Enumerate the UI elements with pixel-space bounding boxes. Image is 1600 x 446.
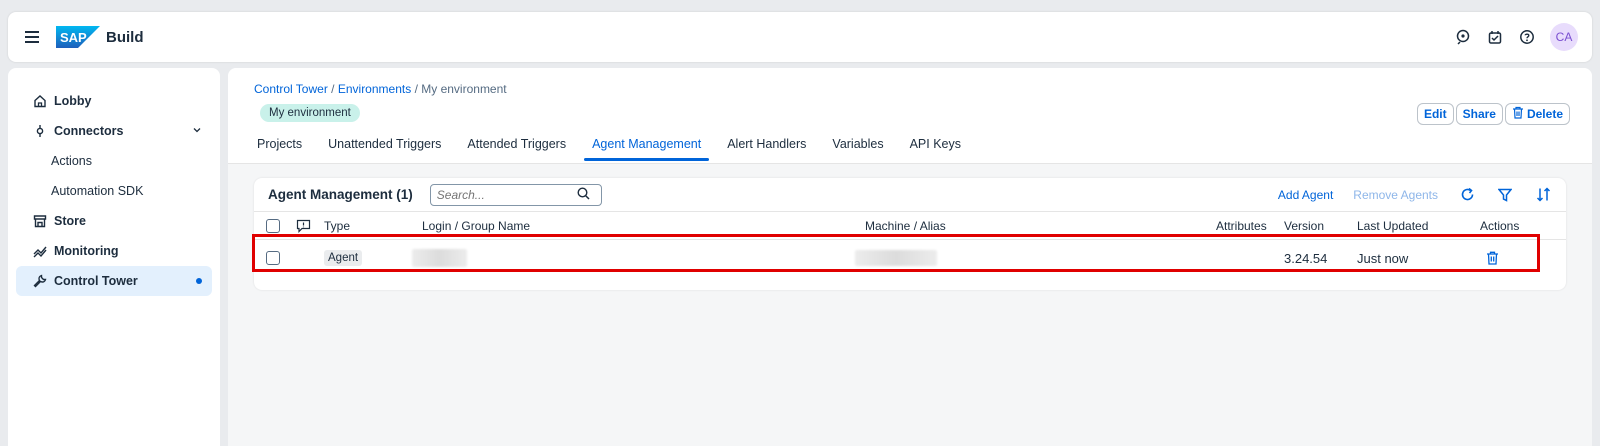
sidebar-item-connectors[interactable]: Connectors <box>16 116 212 146</box>
trend-icon <box>32 243 48 259</box>
tab-attended-triggers[interactable]: Attended Triggers <box>459 132 574 164</box>
tab-projects[interactable]: Projects <box>249 132 310 164</box>
last-updated-cell: Just now <box>1357 250 1409 266</box>
table-title: Agent Management (1) <box>268 187 413 202</box>
trash-icon <box>1512 106 1524 122</box>
side-navigation: Lobby Connectors Actions Automation SDK … <box>8 68 220 446</box>
version-cell: 3.24.54 <box>1284 250 1328 266</box>
column-header-login[interactable]: Login / Group Name <box>422 212 530 240</box>
row-checkbox[interactable] <box>266 251 280 265</box>
sidebar-item-monitoring[interactable]: Monitoring <box>16 236 212 266</box>
help-icon[interactable] <box>1516 26 1538 48</box>
object-page-header: Control Tower / Environments / My enviro… <box>228 68 1592 164</box>
column-header-version[interactable]: Version <box>1284 212 1324 240</box>
main-content: Control Tower / Environments / My enviro… <box>228 68 1592 446</box>
breadcrumb-separator: / <box>414 82 418 96</box>
sidebar-item-label: Lobby <box>54 94 92 108</box>
add-agent-button[interactable]: Add Agent <box>1278 188 1333 202</box>
edit-button-label: Edit <box>1423 107 1447 121</box>
svg-text:SAP: SAP <box>60 30 87 45</box>
tab-variables[interactable]: Variables <box>824 132 891 164</box>
type-badge: Agent <box>324 250 363 266</box>
sidebar-item-label: Control Tower <box>54 274 138 288</box>
refresh-icon[interactable] <box>1458 186 1476 204</box>
table-header: Type Login / Group Name Machine / Alias … <box>254 212 1566 240</box>
trash-icon[interactable] <box>1486 240 1499 276</box>
sidebar-item-label: Actions <box>51 154 92 168</box>
home-icon <box>32 93 48 109</box>
shell-bar: SAP Build CA <box>8 12 1592 62</box>
table-row[interactable]: Agent 3.24.54 Just now <box>254 240 1566 276</box>
agent-table-card: Agent Management (1) Add Agent Remove Ag… <box>254 178 1566 290</box>
column-header-attributes[interactable]: Attributes <box>1216 212 1267 240</box>
column-header-last-updated[interactable]: Last Updated <box>1357 212 1428 240</box>
delete-button-label: Delete <box>1526 107 1563 121</box>
sidebar-item-label: Automation SDK <box>51 184 144 198</box>
sidebar-item-label: Monitoring <box>54 244 119 258</box>
filter-icon[interactable] <box>1496 186 1514 204</box>
breadcrumb-link-environments[interactable]: Environments <box>338 82 411 96</box>
breadcrumb-link-control-tower[interactable]: Control Tower <box>254 82 328 96</box>
sidebar-item-control-tower[interactable]: Control Tower <box>16 266 212 296</box>
search-icon[interactable] <box>577 186 590 203</box>
breadcrumb-current: My environment <box>421 82 507 96</box>
breadcrumb-separator: / <box>331 82 335 96</box>
edit-button[interactable]: Edit <box>1416 103 1454 125</box>
sidebar-item-store[interactable]: Store <box>16 206 212 236</box>
column-header-machine[interactable]: Machine / Alias <box>865 212 946 240</box>
menu-icon[interactable] <box>22 26 44 48</box>
sidebar-item-actions[interactable]: Actions <box>16 146 212 176</box>
sort-icon[interactable] <box>1534 186 1552 204</box>
sidebar-item-label: Connectors <box>54 124 124 138</box>
share-button[interactable]: Share <box>1455 103 1503 125</box>
remove-agents-button[interactable]: Remove Agents <box>1353 188 1438 202</box>
table-toolbar: Agent Management (1) Add Agent Remove Ag… <box>254 178 1566 212</box>
connector-icon <box>32 123 48 139</box>
product-name[interactable]: Build <box>106 29 144 46</box>
sidebar-item-label: Store <box>54 214 86 228</box>
tab-alert-handlers[interactable]: Alert Handlers <box>719 132 814 164</box>
environment-badge: My environment <box>260 104 360 122</box>
sidebar-item-automation-sdk[interactable]: Automation SDK <box>16 176 212 206</box>
search-field[interactable] <box>429 183 602 206</box>
redacted-machine <box>855 250 937 266</box>
sap-logo[interactable]: SAP <box>56 26 100 48</box>
column-header-actions: Actions <box>1480 219 1520 233</box>
redacted-login <box>412 249 467 267</box>
joule-icon[interactable] <box>1452 26 1474 48</box>
share-button-label: Share <box>1462 107 1496 121</box>
column-header-type[interactable]: Type <box>324 212 350 240</box>
store-icon <box>32 213 48 229</box>
search-input[interactable] <box>436 187 577 202</box>
wrench-icon <box>32 273 48 289</box>
select-all-checkbox[interactable] <box>266 219 280 233</box>
selected-indicator <box>196 278 202 284</box>
tab-api-keys[interactable]: API Keys <box>902 132 969 164</box>
tab-agent-management[interactable]: Agent Management <box>584 132 710 164</box>
tab-bar: Projects Unattended Triggers Attended Tr… <box>244 132 974 164</box>
tab-unattended-triggers[interactable]: Unattended Triggers <box>320 132 449 164</box>
comment-column-icon <box>296 212 311 240</box>
delete-button[interactable]: Delete <box>1504 103 1570 125</box>
whats-new-icon[interactable] <box>1484 26 1506 48</box>
sidebar-item-lobby[interactable]: Lobby <box>16 86 212 116</box>
avatar[interactable]: CA <box>1550 23 1578 51</box>
chevron-down-icon[interactable] <box>192 124 202 138</box>
breadcrumb: Control Tower / Environments / My enviro… <box>254 82 507 96</box>
